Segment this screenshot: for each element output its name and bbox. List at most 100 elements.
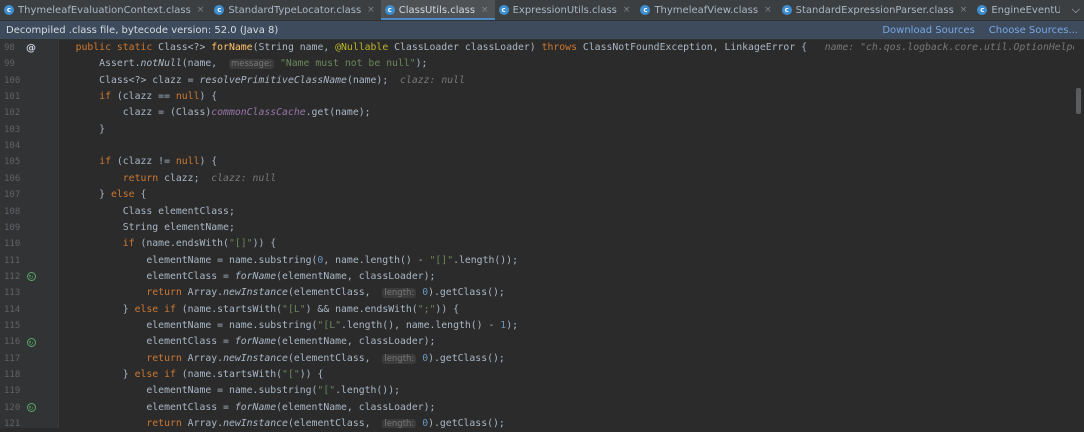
code-token: clazz; bbox=[164, 173, 211, 184]
code-line[interactable]: if (name.endsWith("[]")) { bbox=[58, 236, 276, 252]
line-number: 99 bbox=[4, 56, 26, 72]
choose-sources-link[interactable]: Choose Sources... bbox=[989, 25, 1078, 36]
code-line[interactable]: elementClass = forName(elementName, clas… bbox=[58, 400, 435, 416]
code-token: newInstance bbox=[223, 418, 288, 428]
code-token: (elementName, classLoader); bbox=[276, 336, 435, 347]
code-token: { bbox=[140, 189, 146, 200]
code-line[interactable]: } else if (name.startsWith("[")) { bbox=[58, 367, 323, 383]
code-token: null bbox=[176, 156, 200, 167]
code-token bbox=[58, 418, 146, 428]
tab-close-icon[interactable]: × bbox=[197, 5, 205, 15]
code-token: , name.length() - bbox=[323, 255, 429, 266]
line-number: 111 bbox=[4, 253, 26, 269]
tab-label: ClassUtils.class bbox=[399, 5, 475, 16]
code-token: (clazz == bbox=[117, 91, 176, 102]
code-token: commonClassCache bbox=[211, 107, 305, 118]
code-line[interactable]: Class elementClass; bbox=[58, 204, 235, 220]
code-line[interactable]: Assert.notNull(name, message: "Name must… bbox=[58, 56, 427, 72]
code-line[interactable]: } else { bbox=[58, 187, 146, 203]
line-number: 112 bbox=[4, 269, 26, 285]
download-sources-link[interactable]: Download Sources bbox=[882, 25, 974, 36]
tab-close-icon[interactable]: × bbox=[367, 5, 375, 15]
line-number: 107 bbox=[4, 187, 26, 203]
code-line[interactable]: String elementName; bbox=[58, 220, 235, 236]
line-number: 102 bbox=[4, 105, 26, 121]
code-line[interactable]: return Array.newInstance(elementClass, l… bbox=[58, 351, 505, 367]
class-file-icon: c bbox=[499, 5, 509, 15]
recursive-call-icon[interactable]: ↻ bbox=[26, 400, 36, 416]
code-line[interactable]: } bbox=[58, 122, 105, 138]
tab-classutils-class[interactable]: cClassUtils.class× bbox=[381, 0, 495, 20]
code-line[interactable]: elementName = name.substring("[".length(… bbox=[58, 383, 400, 399]
line-number: 121 bbox=[4, 416, 26, 432]
line-number: 114 bbox=[4, 302, 26, 318]
code-line[interactable]: if (clazz != null) { bbox=[58, 154, 217, 170]
code-token bbox=[58, 173, 123, 184]
code-line[interactable]: clazz = (Class)commonClassCache.get(name… bbox=[58, 105, 371, 121]
code-editor[interactable]: 98@9910010110210310410510610710810911011… bbox=[0, 40, 1084, 428]
line-number: 101 bbox=[4, 89, 26, 105]
line-number: 103 bbox=[4, 122, 26, 138]
line-number: 98 bbox=[4, 40, 26, 56]
code-line[interactable]: } else if (name.startsWith("[L") && name… bbox=[58, 302, 459, 318]
line-number: 109 bbox=[4, 220, 26, 236]
code-token: (name.startsWith( bbox=[182, 369, 282, 380]
class-file-icon: c bbox=[782, 5, 792, 15]
editor-tab-bar: cThymeleafEvaluationContext.class×cStand… bbox=[0, 0, 1084, 21]
tab-list-chevron-down-icon[interactable]: ⌵ bbox=[1072, 3, 1080, 17]
code-line[interactable]: if (clazz == null) { bbox=[58, 89, 217, 105]
code-token: elementClass = bbox=[58, 402, 235, 413]
tab-close-icon[interactable]: × bbox=[764, 5, 772, 15]
code-token bbox=[58, 238, 123, 249]
code-line[interactable]: return clazz; clazz: null bbox=[58, 171, 276, 187]
tab-standardtypelocator-class[interactable]: cStandardTypeLocator.class× bbox=[210, 0, 380, 20]
code-token: (elementClass, bbox=[288, 287, 382, 298]
code-token: (elementName, classLoader); bbox=[276, 271, 435, 282]
code-line[interactable]: Class<?> clazz = resolvePrimitiveClassNa… bbox=[58, 73, 465, 89]
tab-thymeleafview-class[interactable]: cThymeleafView.class× bbox=[636, 0, 777, 20]
line-number: 117 bbox=[4, 351, 26, 367]
code-token: clazz: null bbox=[211, 173, 276, 184]
line-number: 105 bbox=[4, 154, 26, 170]
code-token: } bbox=[58, 124, 105, 135]
tab-bar-controls: ⌵ bbox=[1060, 0, 1084, 20]
code-line[interactable]: elementName = name.substring("[L".length… bbox=[58, 318, 518, 334]
tab-close-icon[interactable]: × bbox=[481, 5, 489, 15]
vertical-scrollbar-thumb[interactable] bbox=[1076, 88, 1081, 114]
code-token: (name.endsWith( bbox=[140, 238, 228, 249]
code-line[interactable]: elementClass = forName(elementName, clas… bbox=[58, 269, 435, 285]
code-line[interactable]: elementClass = forName(elementName, clas… bbox=[58, 334, 435, 350]
code-area[interactable]: public static Class<?> forName(String na… bbox=[58, 40, 1074, 428]
code-token: resolvePrimitiveClassName bbox=[199, 75, 346, 86]
code-token: (String name, bbox=[253, 42, 336, 53]
recursive-call-icon[interactable]: ↻ bbox=[26, 334, 36, 350]
code-token: notNull bbox=[140, 58, 181, 69]
tab-close-icon[interactable]: × bbox=[960, 5, 968, 15]
code-line[interactable]: public static Class<?> forName(String na… bbox=[58, 40, 1074, 56]
annotation-at-icon[interactable]: @ bbox=[26, 40, 36, 56]
class-file-icon: c bbox=[640, 5, 650, 15]
code-token: else bbox=[111, 189, 141, 200]
code-token: null bbox=[176, 91, 200, 102]
code-token: "[" bbox=[282, 369, 300, 380]
tab-thymeleafevaluationcontext-class[interactable]: cThymeleafEvaluationContext.class× bbox=[0, 0, 210, 20]
code-line[interactable]: elementName = name.substring(0, name.len… bbox=[58, 253, 518, 269]
decompiled-banner: Decompiled .class file, bytecode version… bbox=[0, 21, 1084, 40]
code-token: )) { bbox=[435, 304, 459, 315]
code-line[interactable]: return Array.newInstance(elementClass, l… bbox=[58, 285, 505, 301]
tab-close-icon[interactable]: × bbox=[623, 5, 631, 15]
code-token: public static bbox=[76, 42, 159, 53]
code-token: elementClass = bbox=[58, 271, 235, 282]
code-token: return bbox=[146, 418, 187, 428]
tab-expressionutils-class[interactable]: c ExpressionUtils.class × bbox=[495, 0, 637, 20]
tab-label: ExpressionUtils.class bbox=[513, 5, 617, 16]
code-token: "Name must not be null" bbox=[280, 58, 416, 69]
line-number: 120 bbox=[4, 400, 26, 416]
recursive-call-icon[interactable]: ↻ bbox=[26, 269, 36, 285]
tab-standardexpressionparser-class[interactable]: cStandardExpressionParser.class× bbox=[778, 0, 974, 20]
code-token: "[" bbox=[317, 385, 335, 396]
code-line[interactable]: return Array.newInstance(elementClass, l… bbox=[58, 416, 505, 428]
line-number: 104 bbox=[4, 138, 26, 154]
code-token: forName bbox=[235, 402, 276, 413]
code-token: if bbox=[99, 156, 117, 167]
